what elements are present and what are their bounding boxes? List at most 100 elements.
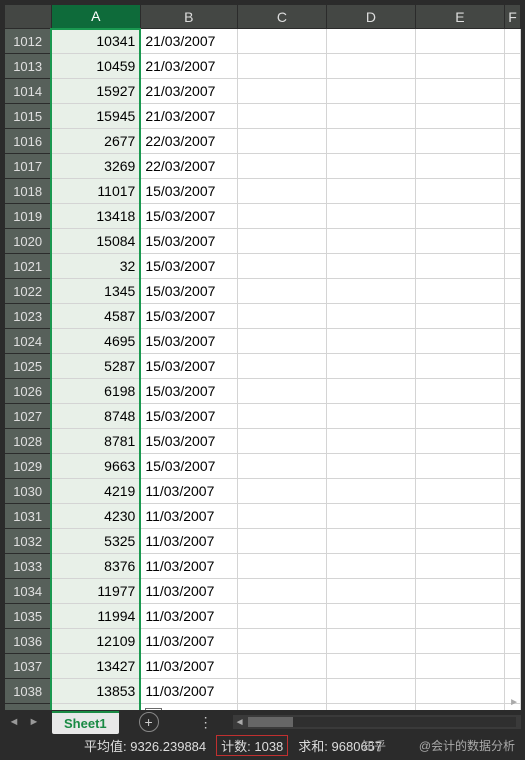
cell-B[interactable]: 11/03/2007 [140,629,237,654]
cell-B[interactable]: 11/03/2007 [140,679,237,704]
column-header-E[interactable]: E [415,5,504,29]
cell-empty[interactable] [415,179,504,204]
cell-F-edge[interactable] [504,354,520,379]
cell-empty[interactable] [237,79,326,104]
row-header[interactable]: 1034 [5,579,52,604]
cell-empty[interactable] [237,104,326,129]
row-header[interactable]: 1031 [5,504,52,529]
cell-empty[interactable] [326,304,415,329]
cell-A[interactable]: 5325 [51,529,140,554]
cell-empty[interactable] [326,104,415,129]
cell-F-edge[interactable] [504,179,520,204]
cell-A[interactable]: 8748 [51,404,140,429]
row-header[interactable]: 1038 [5,679,52,704]
cell-B[interactable]: 15/03/2007 [140,304,237,329]
cell-F-edge[interactable] [504,129,520,154]
cell-empty[interactable] [237,479,326,504]
cell-empty[interactable] [237,179,326,204]
cell-empty[interactable] [237,54,326,79]
cell-empty[interactable] [415,679,504,704]
cell-empty[interactable] [415,54,504,79]
cell-empty[interactable] [415,154,504,179]
row-header[interactable]: 1018 [5,179,52,204]
cell-empty[interactable] [326,179,415,204]
cell-B[interactable]: 11/03/2007 [140,479,237,504]
cell-empty[interactable] [415,429,504,454]
cell-A[interactable]: 1345 [51,279,140,304]
cell-B[interactable]: 21/03/2007 [140,29,237,54]
cell-A[interactable]: 15927 [51,79,140,104]
cell-B[interactable]: 15/03/2007 [140,179,237,204]
row-header[interactable]: 1013 [5,54,52,79]
select-all-corner[interactable] [5,5,52,29]
cell-A[interactable]: 8376 [51,554,140,579]
cell-B[interactable]: 15/03/2007 [140,404,237,429]
cell-empty[interactable] [237,604,326,629]
cell-B[interactable]: 21/03/2007 [140,104,237,129]
cell-A[interactable]: 4230 [51,504,140,529]
cell-A[interactable]: 13427 [51,654,140,679]
scrollbar-thumb[interactable] [248,717,293,727]
cell-empty[interactable] [326,504,415,529]
row-header[interactable]: 1033 [5,554,52,579]
cell-A[interactable]: 5287 [51,354,140,379]
cell-A[interactable]: 4587 [51,304,140,329]
cell-empty[interactable] [237,129,326,154]
cell-empty[interactable] [415,304,504,329]
cell-empty[interactable] [326,529,415,554]
cell-A[interactable]: 15084 [51,229,140,254]
horizontal-scrollbar[interactable]: ◄ [233,715,521,729]
cell-A[interactable]: 9663 [51,454,140,479]
cell-empty[interactable] [326,279,415,304]
cell-A[interactable]: 4695 [51,329,140,354]
cell-empty[interactable] [326,129,415,154]
next-sheet-button[interactable]: ► [24,716,44,728]
cell-A[interactable]: 6198 [51,379,140,404]
cell-empty[interactable] [415,479,504,504]
column-header-B[interactable]: B [140,5,237,29]
cell-empty[interactable] [415,579,504,604]
cell-empty[interactable] [326,79,415,104]
cell-empty[interactable] [326,54,415,79]
cell-A[interactable]: 8781 [51,429,140,454]
cell-A[interactable]: 12109 [51,629,140,654]
cell-B[interactable]: 11/03/2007 [140,554,237,579]
row-header[interactable]: 1016 [5,129,52,154]
row-header[interactable]: 1029 [5,454,52,479]
row-header[interactable]: 1014 [5,79,52,104]
cell-empty[interactable] [237,229,326,254]
cell-empty[interactable] [237,529,326,554]
row-header[interactable]: 1021 [5,254,52,279]
cell-B[interactable]: 15/03/2007 [140,254,237,279]
row-header[interactable]: 1020 [5,229,52,254]
cell-empty[interactable] [237,429,326,454]
cell-F-edge[interactable] [504,329,520,354]
cell-F-edge[interactable] [504,54,520,79]
cell-empty[interactable] [415,329,504,354]
cell-A[interactable]: 2677 [51,129,140,154]
cell-empty[interactable] [237,304,326,329]
cell-empty[interactable] [237,279,326,304]
cell-F-edge[interactable] [504,479,520,504]
cell-empty[interactable] [237,154,326,179]
cell-empty[interactable] [415,454,504,479]
cell-empty[interactable] [415,79,504,104]
cell-B[interactable]: 15/03/2007 [140,454,237,479]
cell-empty[interactable] [326,204,415,229]
cell-empty[interactable] [326,229,415,254]
cell-empty[interactable] [237,404,326,429]
cell-F-edge[interactable] [504,429,520,454]
cell-empty[interactable] [415,254,504,279]
column-header-A[interactable]: A [51,5,140,29]
cell-empty[interactable] [326,254,415,279]
cell-F-edge[interactable] [504,554,520,579]
cell-F-edge[interactable] [504,229,520,254]
cell-F-edge[interactable] [504,654,520,679]
cell-empty[interactable] [326,329,415,354]
cell-F-edge[interactable] [504,379,520,404]
cell-F-edge[interactable] [504,79,520,104]
cell-A[interactable]: 10341 [51,29,140,54]
cell-empty[interactable] [415,529,504,554]
row-header[interactable]: 1024 [5,329,52,354]
cell-empty[interactable] [415,604,504,629]
